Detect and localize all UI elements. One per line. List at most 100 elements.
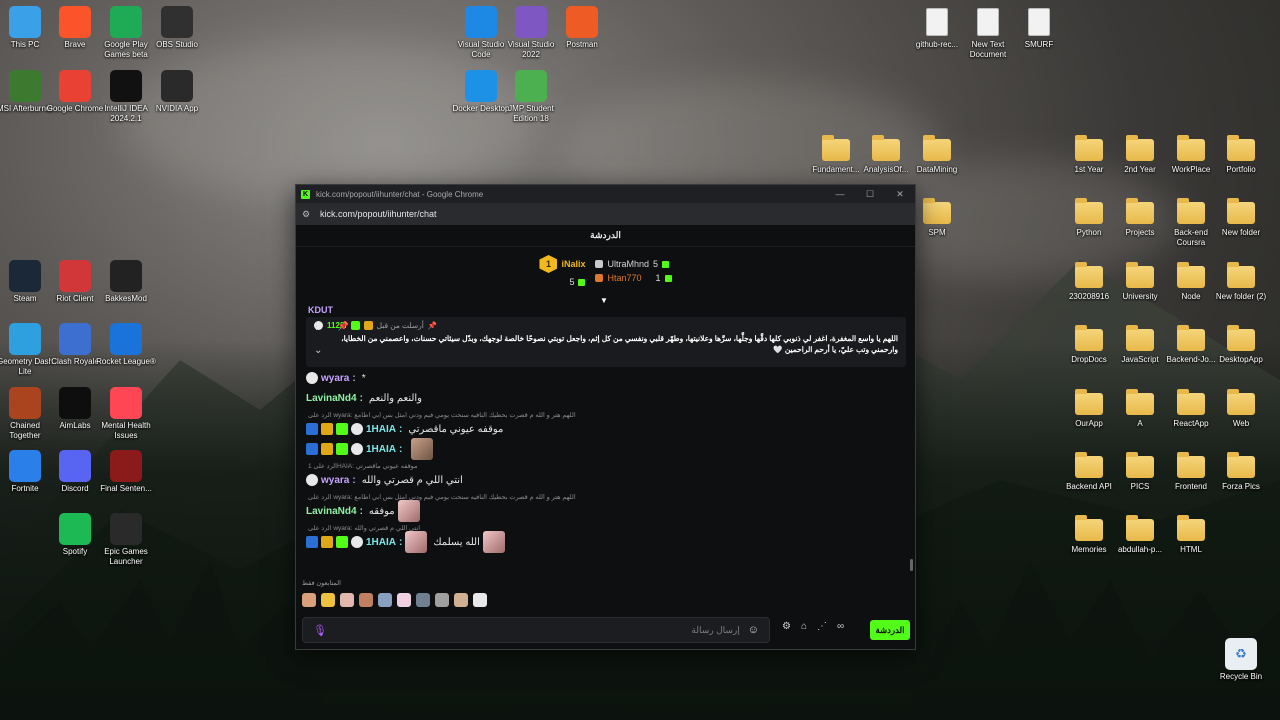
username-colon: : — [399, 536, 403, 548]
chat-username[interactable]: 1HAIA — [366, 444, 396, 455]
emote-icon[interactable] — [321, 593, 335, 607]
unpin-icon[interactable]: 📌 — [338, 321, 349, 331]
emoji-picker-icon[interactable]: ☺ — [748, 624, 759, 636]
reply-preview[interactable]: الرد على 1HAIA: موقفه عيوني ماقصرتي — [306, 462, 904, 472]
address-bar[interactable]: ⚙ kick.com/popout/iihunter/chat — [296, 203, 915, 225]
recycle-bin-desktop-icon[interactable]: ♻ Recycle Bin — [1210, 638, 1272, 682]
chat-header-title: الدردشة — [296, 225, 915, 247]
expand-leaderboard-icon[interactable]: ▼ — [600, 296, 608, 305]
chat-username[interactable]: wyara — [321, 475, 349, 486]
chat-send-button[interactable]: الدردشة — [870, 620, 910, 640]
folder-icon — [1075, 452, 1103, 478]
desktop-shortcut-new-folder-2-[interactable]: New folder (2) — [1210, 260, 1272, 302]
emote-icon[interactable] — [473, 593, 487, 607]
address-url[interactable]: kick.com/popout/iihunter/chat — [320, 209, 437, 219]
user-badge-icon — [321, 423, 333, 435]
desktop-shortcut-final-senten-[interactable]: Final Senten... — [95, 450, 157, 494]
emote-icon[interactable] — [416, 593, 430, 607]
chat-message-text: الله يسلمك — [433, 536, 480, 548]
leaderboard-third-name[interactable]: Htan770 — [607, 273, 641, 283]
infinity-icon[interactable]: ∞ — [837, 621, 844, 632]
pin-small-icon: 📌 — [427, 321, 438, 330]
leaderboard-second-count: 5 — [653, 259, 659, 269]
desktop-shortcut-bakkesmod[interactable]: BakkesMod — [95, 260, 157, 304]
folder-icon — [1075, 135, 1103, 161]
desktop-icon-label: Postman — [566, 40, 598, 49]
reply-preview[interactable]: الرد على wyara: اللهم هتر و الله م قصرت … — [306, 493, 904, 503]
desktop-shortcut-obs-studio[interactable]: OBS Studio — [146, 6, 208, 50]
riot-client-icon — [59, 260, 91, 292]
site-settings-icon[interactable]: ⚙ — [302, 209, 316, 220]
desktop-shortcut-web[interactable]: Web — [1210, 387, 1272, 429]
desktop-shortcut-html[interactable]: HTML — [1160, 513, 1222, 555]
chat-username[interactable]: LavinaNd4 — [306, 393, 357, 404]
emote-image-icon — [482, 531, 505, 553]
store-icon[interactable]: ⌂ — [801, 621, 807, 632]
user-badge-icon — [321, 443, 333, 455]
desktop-shortcut-desktopapp[interactable]: DesktopApp — [1210, 323, 1272, 365]
chat-username[interactable]: 1HAIA — [366, 537, 396, 548]
desktop-icon-label: New folder (2) — [1215, 292, 1267, 301]
chat-username[interactable]: wyara — [321, 373, 349, 384]
leaderboard-first-count: 5 — [569, 277, 575, 287]
clash-royale-icon — [59, 323, 91, 355]
geometry-dash-icon — [9, 323, 41, 355]
folder-icon — [872, 135, 900, 161]
reply-preview[interactable]: الرد على wyara: انتي اللي م قصرتي والله — [306, 524, 904, 534]
folder-icon — [1177, 515, 1205, 541]
gift-icon — [664, 274, 672, 282]
chat-username[interactable]: LavinaNd4 — [306, 506, 357, 517]
desktop-shortcut-new-folder[interactable]: New folder — [1210, 196, 1272, 238]
share-icon[interactable]: ⋰ — [817, 621, 827, 632]
desktop-shortcut-jmp-student-edition-18[interactable]: JMP Student Edition 18 — [500, 70, 562, 124]
minimize-button[interactable]: — — [825, 185, 855, 203]
user-badge-icon — [306, 536, 318, 548]
desktop-shortcut-epic-games-launcher[interactable]: Epic Games Launcher — [95, 513, 157, 567]
chat-input[interactable] — [334, 625, 740, 635]
folder-icon — [1177, 262, 1205, 288]
emote-icon[interactable] — [454, 593, 468, 607]
desktop-shortcut-postman[interactable]: Postman — [551, 6, 613, 50]
desktop-shortcut-smurf[interactable]: SMURF — [1008, 6, 1070, 50]
folder-icon — [1075, 389, 1103, 415]
leaderboard-second-name[interactable]: UltraMhnd — [607, 259, 649, 269]
emote-icon[interactable] — [359, 593, 373, 607]
emote-icon[interactable] — [340, 593, 354, 607]
emote-icon[interactable] — [302, 593, 316, 607]
chat-message-text: انتي اللي م قصرتي والله — [361, 474, 463, 486]
emote-icon[interactable] — [397, 593, 411, 607]
desktop-icon-label: Forza Pics — [1222, 482, 1260, 491]
user-avatar-icon — [351, 423, 363, 435]
emote-icon[interactable] — [435, 593, 449, 607]
user-avatar-icon — [351, 536, 363, 548]
username-colon: : — [359, 505, 363, 517]
folder-icon — [1227, 135, 1255, 161]
emote-icon[interactable] — [378, 593, 392, 607]
microphone-icon[interactable]: 🎙 — [313, 624, 327, 637]
close-button[interactable]: ✕ — [885, 185, 915, 203]
desktop-shortcut-nvidia-app[interactable]: NVIDIA App — [146, 70, 208, 114]
desktop-shortcut-mental-health-issues[interactable]: Mental Health Issues — [95, 387, 157, 441]
maximize-button[interactable]: ☐ — [855, 185, 885, 203]
reply-preview[interactable]: الرد على wyara: اللهم هتر و الله م قصرت … — [306, 411, 904, 421]
chat-username[interactable]: 1HAIA — [366, 424, 396, 435]
bakkesmod-icon — [110, 260, 142, 292]
first-place-medal-icon: 1 — [539, 255, 558, 273]
chat-composer: 🎙 ☺ — [302, 617, 770, 643]
window-titlebar[interactable]: K kick.com/popout/iihunter/chat - Google… — [296, 185, 915, 203]
settings-gear-icon[interactable]: ⚙ — [782, 621, 791, 632]
chevron-down-icon[interactable]: ⌄ — [314, 345, 322, 356]
chat-scrollbar[interactable] — [910, 559, 913, 571]
text-file-icon — [1028, 8, 1050, 36]
text-file-icon — [926, 8, 948, 36]
leaderboard-first-name[interactable]: iNalix — [561, 259, 585, 269]
emote-image-icon — [411, 438, 434, 460]
folder-icon — [1177, 198, 1205, 224]
desktop-shortcut-forza-pics[interactable]: Forza Pics — [1210, 450, 1272, 492]
desktop-shortcut-datamining[interactable]: DataMining — [906, 133, 968, 175]
chrome-popout-window: K kick.com/popout/iihunter/chat - Google… — [295, 184, 916, 650]
desktop-shortcut-rocket-league-[interactable]: Rocket League® — [95, 323, 157, 367]
desktop-shortcut-portfolio[interactable]: Portfolio — [1210, 133, 1272, 175]
chat-message-text: والنعم والنعم — [368, 392, 423, 404]
more-options-icon[interactable]: ⋮ — [312, 321, 321, 331]
